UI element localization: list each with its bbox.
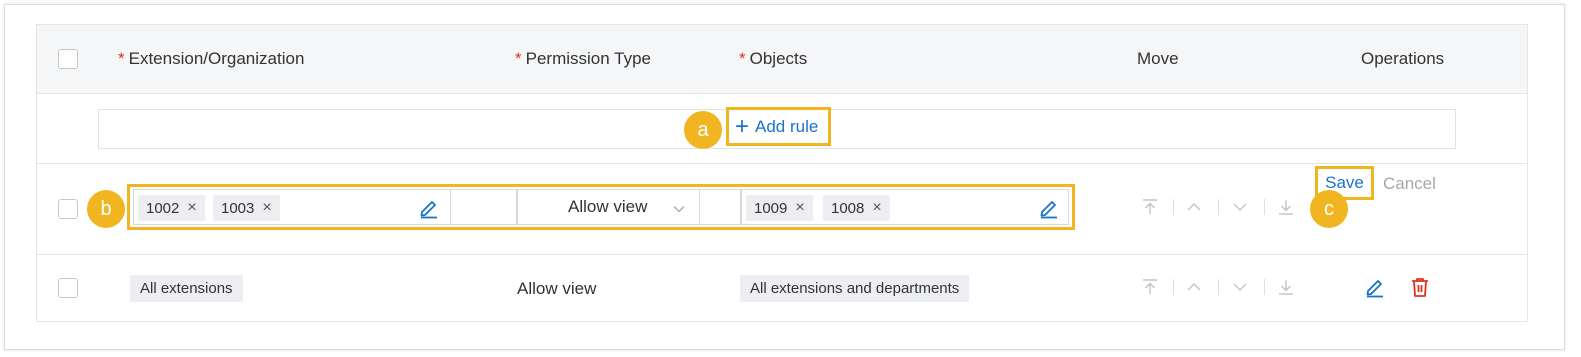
header-permission: * Permission Type [515, 49, 651, 69]
move-down-icon[interactable] [1230, 277, 1250, 297]
required-mark: * [739, 49, 746, 68]
permission-value: Allow view [517, 279, 597, 298]
callout-badge-c: c [1310, 190, 1348, 228]
divider [1173, 279, 1174, 295]
extension-tag-label: 1003 [221, 199, 255, 217]
header-permission-label: Permission Type [525, 49, 651, 68]
close-icon[interactable]: × [262, 199, 271, 217]
objects-select-field[interactable]: 1009 × 1008 × [741, 189, 1069, 225]
divider [1264, 199, 1265, 215]
pencil-icon[interactable] [1038, 197, 1060, 219]
required-mark: * [118, 49, 125, 68]
extension-tag: All extensions [130, 275, 243, 302]
object-tag-label: 1009 [754, 199, 788, 217]
permission-rules-table: * Extension/Organization * Permission Type… [36, 24, 1528, 322]
object-tag-label: 1008 [831, 199, 865, 217]
table-header: * Extension/Organization * Permission Type… [37, 25, 1527, 94]
move-controls [1140, 197, 1310, 221]
object-tag: 1008 × [823, 195, 890, 221]
edit-rule-row: 1002 × 1003 × Allow view 1009 × 1008 × [37, 164, 1527, 255]
move-bottom-icon[interactable] [1276, 277, 1296, 297]
pencil-icon[interactable] [1364, 276, 1386, 298]
required-mark: * [515, 49, 522, 68]
callout-badge-a: a [684, 111, 722, 149]
add-rule-row: + Add rule [37, 94, 1527, 164]
move-bottom-icon[interactable] [1276, 197, 1296, 217]
header-operations: Operations [1361, 49, 1445, 68]
move-up-icon[interactable] [1184, 197, 1204, 217]
cancel-button[interactable]: Cancel [1383, 174, 1436, 194]
extension-tag-label: 1002 [146, 199, 180, 217]
select-all-checkbox[interactable] [58, 49, 78, 69]
permission-select[interactable]: Allow view [517, 189, 700, 225]
divider [1218, 279, 1219, 295]
table-row: All extensions Allow view All extensions… [37, 255, 1527, 321]
trash-icon[interactable] [1409, 276, 1431, 298]
header-objects-label: Objects [749, 49, 808, 68]
row-checkbox[interactable] [58, 199, 78, 219]
extension-tag: 1002 × [138, 195, 205, 221]
objects-tag: All extensions and departments [740, 275, 970, 302]
row-checkbox[interactable] [58, 278, 78, 298]
close-icon[interactable]: × [872, 199, 881, 217]
move-controls [1140, 277, 1310, 301]
header-extension: * Extension/Organization [118, 49, 304, 69]
object-tag: 1009 × [746, 195, 813, 221]
close-icon[interactable]: × [795, 199, 804, 217]
permission-select-value: Allow view [568, 197, 648, 216]
spacer-cell [700, 189, 741, 225]
add-rule-label: Add rule [755, 116, 819, 136]
add-rule-button[interactable]: + Add rule [726, 107, 831, 146]
pencil-icon[interactable] [418, 197, 440, 219]
header-objects: * Objects [739, 49, 807, 69]
move-top-icon[interactable] [1140, 197, 1160, 217]
header-move: Move [1137, 49, 1179, 68]
extension-tag: 1003 × [213, 195, 280, 221]
move-top-icon[interactable] [1140, 277, 1160, 297]
divider [1218, 199, 1219, 215]
chevron-down-icon [673, 205, 685, 213]
move-up-icon[interactable] [1184, 277, 1204, 297]
close-icon[interactable]: × [187, 199, 196, 217]
divider [1173, 199, 1174, 215]
plus-icon: + [735, 112, 750, 140]
header-extension-label: Extension/Organization [128, 49, 305, 68]
callout-badge-b: b [87, 190, 125, 228]
divider [1264, 279, 1265, 295]
move-down-icon[interactable] [1230, 197, 1250, 217]
extension-select-field[interactable]: 1002 × 1003 × [133, 189, 451, 225]
spacer-cell [451, 189, 517, 225]
